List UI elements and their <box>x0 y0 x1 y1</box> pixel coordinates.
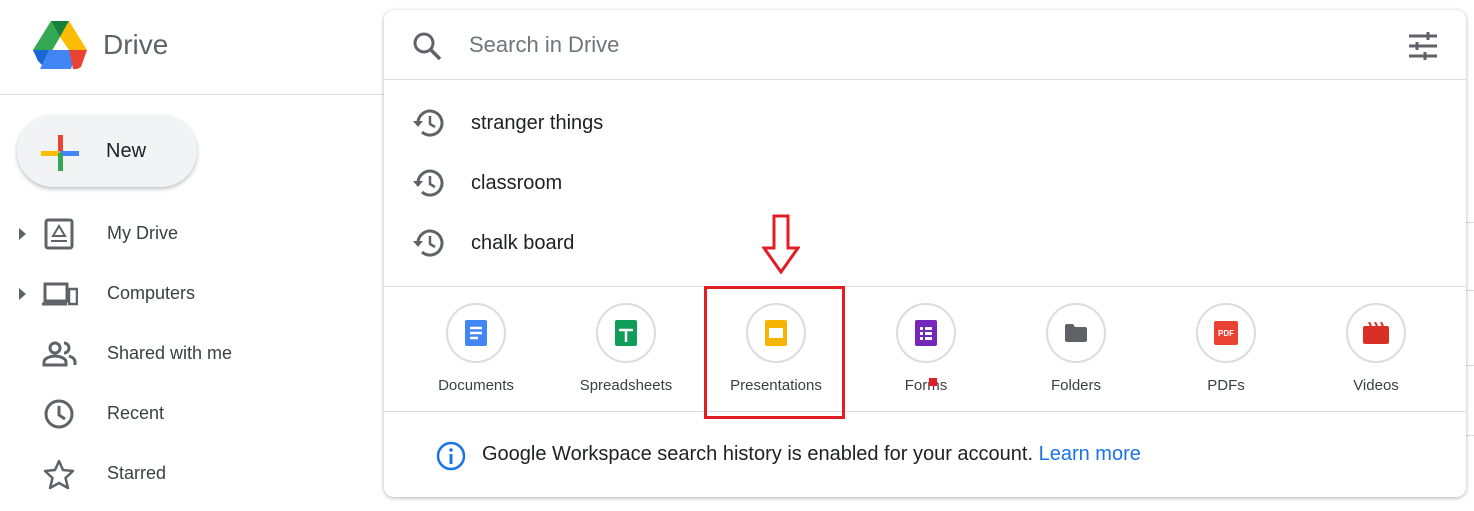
header-divider <box>0 94 384 95</box>
background-divider <box>1466 222 1474 223</box>
search-bar <box>384 10 1466 80</box>
star-icon <box>43 459 75 490</box>
type-chip-folders[interactable]: Folders <box>1006 301 1146 401</box>
history-item[interactable]: classroom <box>384 153 1466 213</box>
search-dropdown: stranger things classroom chalk board Do… <box>384 10 1466 497</box>
pdf-badge: PDF <box>1218 329 1234 338</box>
expand-arrow-icon[interactable] <box>19 288 26 300</box>
history-text: classroom <box>471 172 563 194</box>
background-divider <box>1466 365 1474 366</box>
sidebar-item-label: Computers <box>107 283 196 303</box>
chip-label: Documents <box>438 377 514 394</box>
info-icon <box>436 441 466 471</box>
type-chip-documents[interactable]: Documents <box>406 301 546 401</box>
chip-label: Spreadsheets <box>579 377 673 394</box>
spreadsheets-icon <box>615 320 637 346</box>
type-chip-pdfs[interactable]: PDF PDFs <box>1156 301 1296 401</box>
notice-text: Google Workspace search history is enabl… <box>482 443 1034 465</box>
app-title: Drive <box>103 29 169 60</box>
search-input[interactable] <box>469 28 1269 62</box>
type-chip-spreadsheets[interactable]: Spreadsheets <box>556 301 696 401</box>
sidebar-item-label: Recent <box>107 403 165 423</box>
sidebar-item-shared-with-me[interactable]: Shared with me <box>0 330 380 378</box>
expand-arrow-icon[interactable] <box>19 228 26 240</box>
sidebar-item-computers[interactable]: Computers <box>0 270 380 318</box>
annotation-marker <box>929 378 937 386</box>
divider <box>384 411 1466 412</box>
history-icon <box>413 169 444 197</box>
new-label: New <box>106 140 147 162</box>
sidebar-item-label: Starred <box>107 463 167 483</box>
learn-more-link[interactable]: Learn more <box>1039 443 1141 465</box>
video-icon <box>1363 322 1389 344</box>
my-drive-icon <box>44 218 74 250</box>
sidebar-item-recent[interactable]: Recent <box>0 390 380 438</box>
search-options-icon[interactable] <box>1408 32 1438 60</box>
background-divider <box>1466 435 1474 436</box>
forms-icon <box>915 320 937 346</box>
search-icon[interactable] <box>412 31 442 61</box>
chip-label: Folders <box>1050 377 1102 394</box>
sidebar-item-my-drive[interactable]: My Drive <box>0 210 380 258</box>
highlight-box <box>704 286 845 419</box>
chip-label: Videos <box>1353 377 1399 394</box>
history-item[interactable]: chalk board <box>384 213 1466 273</box>
new-button[interactable]: New <box>17 115 197 187</box>
documents-icon <box>465 320 487 346</box>
history-text: stranger things <box>471 112 604 134</box>
computers-icon <box>42 282 78 306</box>
drive-logo <box>33 21 87 69</box>
type-chip-videos[interactable]: Videos <box>1306 301 1446 401</box>
plus-icon <box>41 135 79 171</box>
history-icon <box>413 109 444 137</box>
background-divider <box>1466 290 1474 291</box>
chip-label: Forms <box>904 377 948 394</box>
search-history-notice: Google Workspace search history is enabl… <box>482 443 1141 466</box>
chip-label: PDFs <box>1207 377 1245 394</box>
clock-icon <box>44 399 74 429</box>
sidebar-item-label: Shared with me <box>107 343 233 363</box>
down-arrow-annotation-icon <box>762 214 800 274</box>
sidebar-item-starred[interactable]: Starred <box>0 450 380 498</box>
divider <box>384 286 1466 287</box>
history-icon <box>413 229 444 257</box>
sidebar-item-label: My Drive <box>107 223 178 243</box>
folder-icon <box>1065 324 1087 342</box>
history-item[interactable]: stranger things <box>384 93 1466 153</box>
pdf-icon: PDF <box>1214 321 1238 345</box>
type-chip-forms[interactable]: Forms <box>856 301 996 401</box>
history-text: chalk board <box>471 232 575 254</box>
shared-icon <box>42 341 77 367</box>
